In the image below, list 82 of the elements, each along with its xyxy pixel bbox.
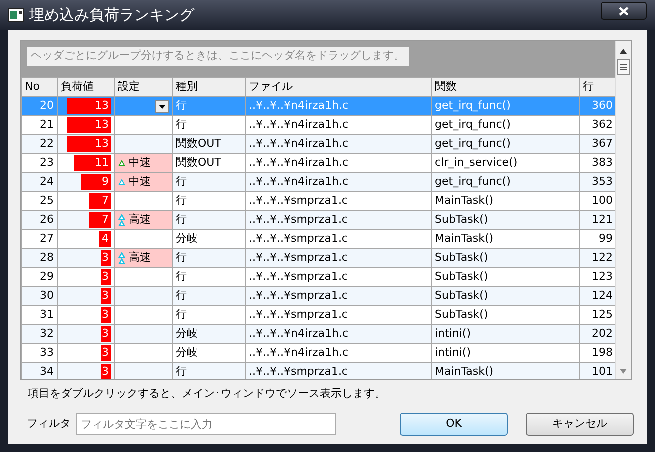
table-cell-text: 中速 — [128, 154, 151, 171]
scroll-down-icon[interactable] — [620, 369, 628, 374]
table-cell: 353 — [580, 172, 616, 192]
table-cell: 121 — [580, 210, 616, 230]
table-cell: SubTask() — [432, 286, 580, 306]
close-button[interactable] — [601, 2, 647, 20]
table-cell: ..¥..¥..¥smprza1.c — [246, 286, 432, 306]
load-bar: 3 — [101, 364, 111, 379]
table-cell: 360 — [580, 96, 616, 116]
table-cell-text: 高速 — [128, 212, 151, 228]
table-cell: 20 — [22, 96, 58, 116]
column-header[interactable]: 負荷値 — [58, 78, 114, 96]
column-header[interactable]: No — [22, 78, 58, 96]
table-cell: 行 — [172, 210, 246, 230]
column-header[interactable]: 関数 — [432, 78, 580, 96]
load-bar: 3 — [101, 345, 111, 361]
load-bar: 3 — [101, 307, 111, 323]
table-cell: intini() — [432, 324, 580, 344]
load-bar: 4 — [98, 231, 111, 247]
table-cell: 行 — [172, 286, 246, 306]
filter-field[interactable]: フィルタ文字をここに入力 — [76, 413, 336, 435]
table-cell: 30 — [22, 286, 58, 306]
table-cell: SubTask() — [432, 248, 580, 268]
table-cell: ..¥..¥..¥smprza1.c — [246, 362, 432, 379]
table-cell: MainTask() — [432, 362, 580, 379]
load-bar: 3 — [101, 250, 111, 266]
window-title: 埋め込み負荷ランキング — [30, 4, 194, 26]
load-bar: 3 — [101, 269, 111, 285]
table-cell: 367 — [580, 134, 616, 154]
table-cell: ..¥..¥..¥smprza1.c — [246, 210, 432, 230]
table-cell: ..¥..¥..¥n4irza1h.c — [246, 172, 432, 192]
table-cell: 122 — [580, 248, 616, 268]
filter-label: フィルタ — [27, 416, 72, 432]
caret-icon — [158, 104, 166, 109]
app-icon — [8, 8, 24, 22]
table-cell: 34 — [22, 362, 58, 379]
table-cell: 分岐 — [172, 324, 246, 344]
table-cell: ..¥..¥..¥smprza1.c — [246, 248, 432, 268]
usage-hint: 項目をダブルクリックすると、メイン･ウィンドウでソース表示します。 — [28, 386, 387, 402]
close-icon — [619, 6, 629, 16]
load-bar: 13 — [66, 98, 111, 114]
table-cell: get_irq_func() — [432, 172, 580, 192]
load-bar: 7 — [88, 212, 111, 228]
table-cell: 124 — [580, 286, 616, 306]
table-cell: 32 — [22, 324, 58, 344]
table-cell-text: 高速 — [128, 250, 151, 266]
table-cell: 行 — [172, 248, 246, 268]
table-cell-text: 中速 — [128, 174, 151, 190]
column-header[interactable]: 設定 — [114, 78, 172, 96]
load-bar: 7 — [88, 193, 111, 209]
load-bar: 11 — [74, 155, 111, 171]
scroll-thumb[interactable] — [617, 59, 630, 75]
table-cell: 行 — [172, 362, 246, 379]
table-cell: 101 — [580, 362, 616, 379]
load-bar: 3 — [101, 326, 111, 342]
load-bar: 9 — [81, 174, 111, 190]
table-cell: 行 — [172, 96, 246, 116]
column-header[interactable]: ファイル — [246, 78, 432, 96]
scroll-up-icon[interactable] — [620, 49, 628, 54]
table-cell: 行 — [172, 172, 246, 192]
table-cell: ..¥..¥..¥n4irza1h.c — [246, 324, 432, 344]
table-cell: ..¥..¥..¥n4irza1h.c — [246, 96, 432, 116]
ok-button[interactable]: OK — [400, 412, 508, 436]
dropdown-button[interactable] — [155, 100, 169, 114]
load-bar: 13 — [66, 136, 111, 152]
table-cell: 202 — [580, 324, 616, 344]
column-header[interactable]: 行 — [580, 78, 616, 96]
scrollbar[interactable] — [615, 41, 631, 379]
table-cell: get_irq_func() — [432, 134, 580, 154]
table-cell: 22 — [22, 134, 58, 154]
table-cell: ..¥..¥..¥n4irza1h.c — [246, 134, 432, 154]
table-cell: get_irq_func() — [432, 96, 580, 116]
group-by-hint: ヘッダごとにグループ分けするときは、ここにヘッダ名をドラッグします。 — [27, 47, 409, 66]
table-cell: SubTask() — [432, 210, 580, 230]
table-cell: 24 — [22, 172, 58, 192]
table-cell: 26 — [22, 210, 58, 230]
load-bar: 13 — [66, 117, 111, 133]
cancel-button[interactable]: キャンセル — [526, 412, 634, 436]
table-cell: 28 — [22, 248, 58, 268]
column-header[interactable]: 種別 — [172, 78, 246, 96]
load-bar: 3 — [101, 288, 111, 304]
table-cell: 関数OUT — [172, 134, 246, 154]
